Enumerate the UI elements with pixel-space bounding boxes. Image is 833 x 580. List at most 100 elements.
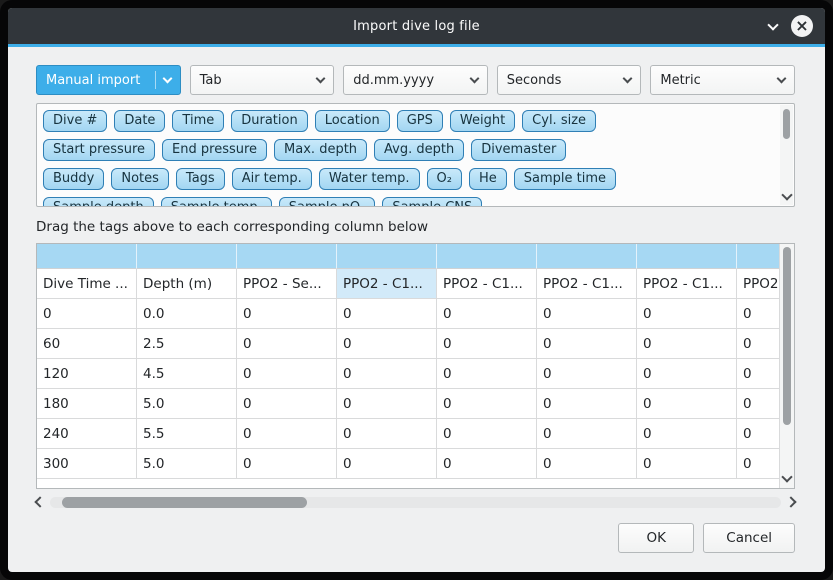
ok-button[interactable]: OK xyxy=(618,523,694,553)
close-button[interactable]: × xyxy=(791,15,813,37)
tag-pill[interactable]: Sample time xyxy=(514,168,616,190)
table-hscrollbar[interactable] xyxy=(36,495,795,509)
table-cell: 0 xyxy=(237,359,337,389)
tag-area: Dive # Date Time Duration Location GPS Weight C… xyxy=(36,103,795,207)
tag-scrollbar-thumb[interactable] xyxy=(783,109,790,139)
table-hscrollbar-thumb[interactable] xyxy=(62,497,307,508)
tag-pill[interactable]: Date xyxy=(114,110,165,132)
column-header[interactable]: Dive Time ... xyxy=(37,269,137,299)
table-cell: 2.5 xyxy=(137,329,237,359)
table-cell: 5.0 xyxy=(137,389,237,419)
table-cell: 0 xyxy=(437,299,537,329)
table-row: 602.5000000 xyxy=(37,329,795,359)
scroll-down-icon[interactable] xyxy=(781,471,792,482)
hscrollbar-track[interactable] xyxy=(50,497,781,508)
scroll-right-icon[interactable] xyxy=(785,496,796,507)
tag-pill[interactable]: End pressure xyxy=(162,139,267,161)
table-cell: 0 xyxy=(637,419,737,449)
table-cell: 0 xyxy=(237,299,337,329)
tag-pill[interactable]: Tags xyxy=(176,168,225,190)
combo-value: Seconds xyxy=(507,73,562,88)
drop-target-cell[interactable] xyxy=(37,244,137,269)
table-cell: 0 xyxy=(337,449,437,479)
tag-pill[interactable]: Sample CNS xyxy=(382,197,482,207)
column-header[interactable]: PPO2 - C1... xyxy=(537,269,637,299)
column-header[interactable]: PPO2 - C1... xyxy=(437,269,537,299)
tag-pill[interactable]: Cyl. size xyxy=(522,110,596,132)
tag-pill[interactable]: GPS xyxy=(397,110,443,132)
tag-pill[interactable]: Start pressure xyxy=(43,139,155,161)
table-row: 00.0000000 xyxy=(37,299,795,329)
table-cell: 5.0 xyxy=(137,449,237,479)
drop-target-cell[interactable] xyxy=(237,244,337,269)
column-header[interactable]: PPO2 - Se... xyxy=(237,269,337,299)
tag-scrollbar[interactable] xyxy=(780,105,793,205)
table-cell: 0 xyxy=(437,359,537,389)
column-header[interactable]: Depth (m) xyxy=(137,269,237,299)
combo-value: Metric xyxy=(660,73,700,88)
table-cell: 0 xyxy=(337,389,437,419)
close-icon: × xyxy=(795,18,808,34)
cancel-button[interactable]: Cancel xyxy=(703,523,795,553)
shade-chevron-icon[interactable] xyxy=(767,19,778,30)
tag-pill[interactable]: Sample pO₂ xyxy=(279,197,376,207)
combo-date-format[interactable]: dd.mm.yyyy xyxy=(343,65,488,95)
chevron-down-icon xyxy=(162,74,172,84)
window-title: Import dive log file xyxy=(353,19,480,34)
column-header[interactable]: PPO2 - C1... xyxy=(637,269,737,299)
dialog-body: Manual importTabdd.mm.yyyySecondsMetric … xyxy=(8,47,825,572)
table-cell: 0 xyxy=(537,359,637,389)
tag-pill[interactable]: Weight xyxy=(450,110,515,132)
import-preview-table: Dive Time ...Depth (m)PPO2 - Se...PPO2 -… xyxy=(36,243,795,489)
tag-pill[interactable]: Notes xyxy=(111,168,169,190)
table-cell: 0 xyxy=(537,419,637,449)
table-cell: 0 xyxy=(437,449,537,479)
tag-pill[interactable]: Buddy xyxy=(43,168,104,190)
table-cell: 0 xyxy=(637,299,737,329)
tag-pill[interactable]: He xyxy=(469,168,507,190)
tag-pill[interactable]: Sample depth xyxy=(43,197,154,207)
tag-pill[interactable]: Avg. depth xyxy=(374,139,464,161)
table-row: 1805.0000000 xyxy=(37,389,795,419)
table-cell: 180 xyxy=(37,389,137,419)
drop-target-cell[interactable] xyxy=(337,244,437,269)
table-cell: 0 xyxy=(337,419,437,449)
table-cell: 0 xyxy=(337,359,437,389)
tag-pill[interactable]: Max. depth xyxy=(274,139,367,161)
table-vscrollbar-thumb[interactable] xyxy=(783,247,791,425)
table-vscrollbar[interactable] xyxy=(779,244,794,488)
tag-pill[interactable]: Dive # xyxy=(43,110,107,132)
tag-pill[interactable]: Water temp. xyxy=(319,168,420,190)
table-cell: 5.5 xyxy=(137,419,237,449)
tag-pill[interactable]: Duration xyxy=(231,110,307,132)
tag-row: Buddy Notes Tags Air temp. Water temp. O₂ He Sa… xyxy=(43,168,774,190)
drop-target-cell[interactable] xyxy=(437,244,537,269)
tag-pill[interactable]: Sample temp. xyxy=(161,197,272,207)
titlebar-buttons: × xyxy=(769,8,813,44)
table-cell: 0.0 xyxy=(137,299,237,329)
drop-target-cell[interactable] xyxy=(137,244,237,269)
table-cell: 0 xyxy=(337,329,437,359)
column-header[interactable]: PPO2 - C1... xyxy=(337,269,437,299)
drop-target-cell[interactable] xyxy=(637,244,737,269)
table-cell: 0 xyxy=(637,449,737,479)
tag-pill[interactable]: Divemaster xyxy=(471,139,566,161)
table-cell: 0 xyxy=(637,329,737,359)
titlebar[interactable]: Import dive log file × xyxy=(8,8,825,47)
table-cell: 0 xyxy=(637,359,737,389)
tag-pill[interactable]: O₂ xyxy=(427,168,462,190)
tag-row: Sample depth Sample temp. Sample pO₂ Sample… xyxy=(43,197,774,207)
combo-field-separator[interactable]: Tab xyxy=(190,65,335,95)
combo-duration-format[interactable]: Seconds xyxy=(497,65,642,95)
tag-pill[interactable]: Time xyxy=(172,110,224,132)
combo-import-mode[interactable]: Manual import xyxy=(36,65,181,95)
drop-target-cell[interactable] xyxy=(537,244,637,269)
table-cell: 4.5 xyxy=(137,359,237,389)
combo-units[interactable]: Metric xyxy=(650,65,795,95)
table-cell: 120 xyxy=(37,359,137,389)
table-cell: 0 xyxy=(237,389,337,419)
tag-pill[interactable]: Air temp. xyxy=(232,168,312,190)
scroll-left-icon[interactable] xyxy=(34,496,45,507)
scroll-down-icon[interactable] xyxy=(781,189,792,200)
tag-pill[interactable]: Location xyxy=(315,110,390,132)
